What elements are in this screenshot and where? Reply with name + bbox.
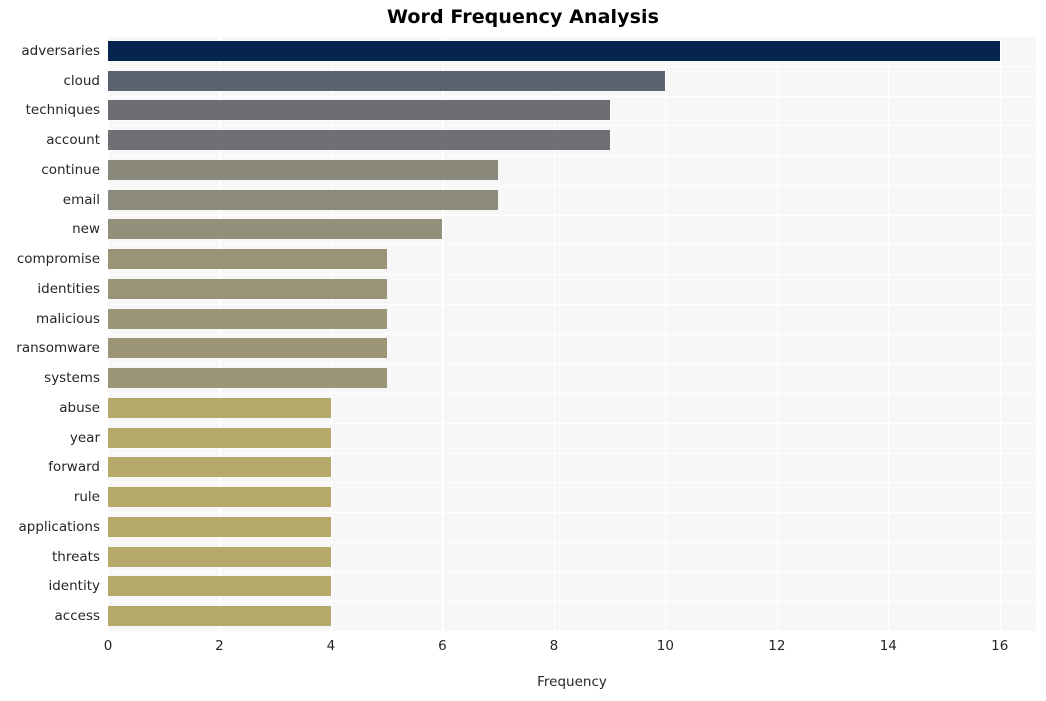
y-axis-tick-label: year — [69, 429, 100, 446]
y-axis-tick-label: adversaries — [21, 42, 100, 59]
x-axis-tick-label: 2 — [215, 638, 224, 654]
y-axis-tick-label: email — [62, 191, 100, 208]
x-axis-tick-label: 12 — [768, 638, 786, 654]
y-axis-tick-label: systems — [44, 370, 100, 387]
word-frequency-chart: Word Frequency Analysis adversaries cloud… — [0, 0, 1046, 701]
x-axis-tick-label: 14 — [879, 638, 897, 654]
y-axis-tick-label: ransomware — [16, 340, 100, 357]
y-axis-tick-label: techniques — [25, 102, 100, 119]
x-axis-tick-labels: 0 2 4 6 8 10 12 14 16 — [0, 631, 1046, 671]
x-axis-tick-label: 4 — [326, 638, 336, 654]
y-axis-tick-label: abuse — [59, 399, 100, 416]
y-axis-tick-label: malicious — [36, 310, 100, 327]
x-axis-tick-label: 10 — [656, 638, 674, 654]
y-axis-tick-label: new — [72, 221, 100, 238]
y-axis-tick-label: identity — [48, 578, 100, 595]
y-axis-tick-label: threats — [51, 548, 100, 565]
x-axis-tick-label: 0 — [103, 638, 113, 654]
x-axis-tick-label: 16 — [991, 638, 1009, 654]
y-axis-tick-label: account — [46, 132, 100, 149]
y-axis-tick-label: forward — [48, 459, 100, 476]
x-axis-tick-label: 8 — [549, 638, 559, 654]
y-axis-tick-label: cloud — [63, 72, 100, 89]
chart-title: Word Frequency Analysis — [386, 6, 660, 28]
x-axis-tick-label: 6 — [438, 638, 447, 654]
y-axis-tick-label: identities — [37, 280, 100, 297]
y-axis-tick-label: rule — [73, 489, 100, 506]
y-axis-tick-label: access — [54, 608, 101, 625]
y-axis-tick-label: continue — [41, 161, 100, 178]
y-axis-tick-label: applications — [18, 518, 100, 535]
y-axis-tick-label: compromise — [16, 251, 100, 268]
x-axis-title: Frequency — [537, 674, 607, 690]
y-axis-tick-labels: adversaries cloud techniques account continu… — [0, 36, 1046, 631]
